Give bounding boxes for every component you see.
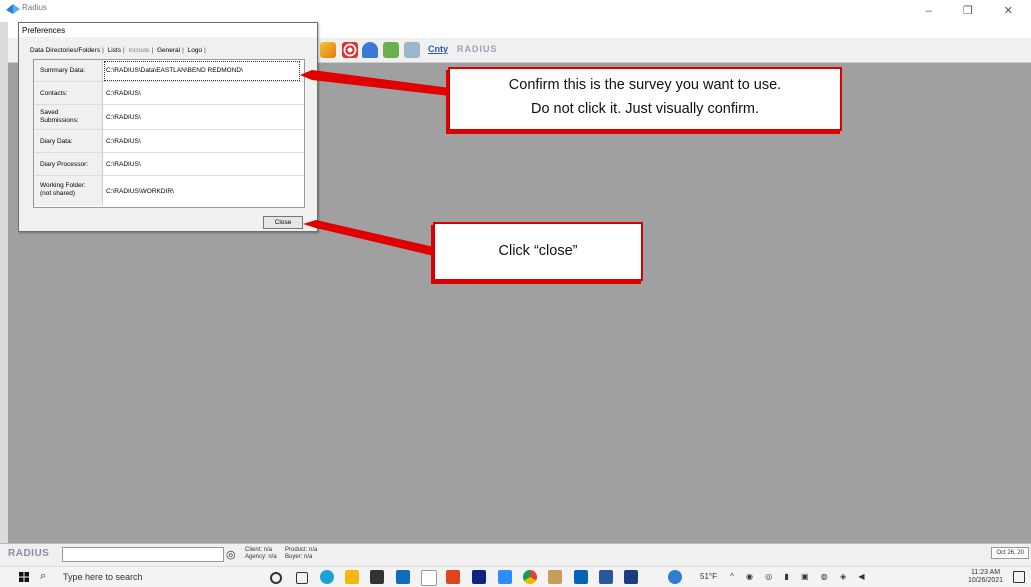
- taskbar-search-input[interactable]: Type here to search: [63, 572, 143, 582]
- chrome-icon[interactable]: [523, 570, 537, 584]
- lookup-icon[interactable]: ◎: [226, 548, 236, 561]
- data-directories-pane: Summary Data: C:\RADIUS\Data\EASTLAN\BEN…: [29, 59, 307, 229]
- confirm-callout-line1: Confirm this is the survey you want to u…: [508, 77, 782, 93]
- tab-general[interactable]: General: [156, 47, 181, 54]
- close-button[interactable]: Close: [263, 216, 303, 229]
- cortana-icon[interactable]: [270, 572, 282, 584]
- diary-data-row[interactable]: Diary Data: C:\RADIUS\: [34, 130, 304, 153]
- dialog-tabs: Data Directories/Folders | Lists | Include…: [29, 47, 206, 54]
- tray-app-icon[interactable]: [668, 570, 682, 584]
- tool-chart-icon[interactable]: [383, 42, 399, 58]
- store-icon[interactable]: [370, 570, 384, 584]
- tab-logo[interactable]: Logo: [187, 47, 203, 54]
- client-info: Client: n/a: [245, 547, 273, 553]
- outlook-icon[interactable]: [574, 570, 588, 584]
- zoom-icon[interactable]: [498, 570, 512, 584]
- contacts-value[interactable]: C:\RADIUS\: [106, 90, 141, 97]
- preferences-dialog: Preferences Data Directories/Folders | Li…: [18, 22, 318, 232]
- dropbox-icon[interactable]: [472, 570, 486, 584]
- clock-time: 11:23 AM: [970, 569, 1001, 576]
- tool-target-icon[interactable]: [342, 42, 358, 58]
- working-folder-row[interactable]: Working Folder: (not shared) C:\RADIUS\W…: [34, 176, 304, 206]
- tray-icons[interactable]: ^ ◉ ◎ ▮ ▣ ◍ ◈ ◀: [730, 572, 870, 581]
- left-frame: [0, 22, 8, 543]
- diary-processor-label: Diary Processor:: [40, 161, 89, 168]
- clock-date: 10/26/2021: [968, 577, 1004, 584]
- statusbar-logo: RADIUS: [8, 548, 50, 559]
- diary-data-value[interactable]: C:\RADIUS\: [106, 138, 141, 145]
- tab-lists[interactable]: Lists: [107, 47, 122, 54]
- mail-icon[interactable]: [396, 570, 410, 584]
- dialog-title: Preferences: [22, 26, 66, 35]
- app-title: Radius: [22, 3, 47, 12]
- confirm-callout: Confirm this is the survey you want to u…: [448, 67, 842, 131]
- saved-submissions-label: Saved Submissions:: [40, 109, 79, 124]
- cnty-button[interactable]: Cnty: [428, 44, 448, 54]
- status-input[interactable]: [62, 547, 224, 562]
- task-view-icon[interactable]: [296, 572, 308, 584]
- weather-text[interactable]: 51°F: [700, 572, 717, 581]
- toolbar-brand: RADIUS: [457, 44, 498, 54]
- diary-processor-value[interactable]: C:\RADIUS\: [106, 161, 141, 168]
- windows-taskbar: ⌕ Type here to search 51°F ^ ◉ ◎ ▮ ▣ ◍ ◈…: [0, 566, 1031, 587]
- working-folder-value[interactable]: C:\RADIUS\WORKDIR\: [106, 188, 174, 195]
- product-info: Product: n/a: [285, 547, 318, 553]
- working-folder-label: Working Folder: (not shared): [40, 182, 86, 197]
- word-icon[interactable]: [599, 570, 613, 584]
- app-icon-2[interactable]: [548, 570, 562, 584]
- window-controls[interactable]: – ❐ ✕: [926, 4, 1027, 17]
- status-bar: RADIUS ◎ Client: n/a Agency: n/a Product…: [0, 543, 1031, 566]
- buyer-info: Buyer: n/a: [285, 554, 313, 560]
- saved-submissions-value[interactable]: C:\RADIUS\: [106, 114, 141, 121]
- contacts-row[interactable]: Contacts: C:\RADIUS\: [34, 82, 304, 105]
- tool-map-icon[interactable]: [404, 42, 420, 58]
- diary-data-label: Diary Data:: [40, 138, 73, 145]
- radius-logo-icon: [6, 4, 20, 14]
- file-explorer-icon[interactable]: [345, 570, 359, 584]
- tool-magnet-icon[interactable]: [362, 42, 378, 58]
- search-icon[interactable]: ⌕: [40, 570, 46, 583]
- notification-icon[interactable]: [1013, 571, 1025, 583]
- saved-submissions-row[interactable]: Saved Submissions: C:\RADIUS\: [34, 105, 304, 130]
- contacts-label: Contacts:: [40, 90, 68, 97]
- status-date: Oct 26, 20: [991, 547, 1029, 559]
- summary-data-value[interactable]: C:\RADIUS\Data\EASTLAN\BEND REDMOND\: [106, 67, 243, 74]
- dialog-titlebar: Preferences: [19, 23, 317, 37]
- app-icon-3[interactable]: [624, 570, 638, 584]
- tool-pencil-icon[interactable]: [320, 42, 336, 58]
- amazon-icon[interactable]: [421, 570, 437, 586]
- tab-data-directories[interactable]: Data Directories/Folders: [29, 47, 101, 54]
- close-callout: Click “close”: [433, 222, 643, 281]
- confirm-callout-line2: Do not click it. Just visually confirm.: [530, 101, 760, 117]
- taskbar-clock[interactable]: 11:23 AM 10/26/2021: [968, 569, 1003, 585]
- windows-start-icon[interactable]: [19, 572, 29, 582]
- tab-include: Include: [128, 47, 150, 54]
- diary-processor-row[interactable]: Diary Processor: C:\RADIUS\: [34, 153, 304, 176]
- summary-data-row[interactable]: Summary Data: C:\RADIUS\Data\EASTLAN\BEN…: [34, 60, 304, 82]
- edge-icon[interactable]: [320, 570, 334, 584]
- office-icon[interactable]: [446, 570, 460, 584]
- summary-data-label: Summary Data:: [40, 67, 86, 74]
- directories-grid: Summary Data: C:\RADIUS\Data\EASTLAN\BEN…: [33, 59, 305, 208]
- app-titlebar: Radius – ❐ ✕: [0, 0, 1031, 22]
- agency-info: Agency: n/a: [245, 554, 277, 560]
